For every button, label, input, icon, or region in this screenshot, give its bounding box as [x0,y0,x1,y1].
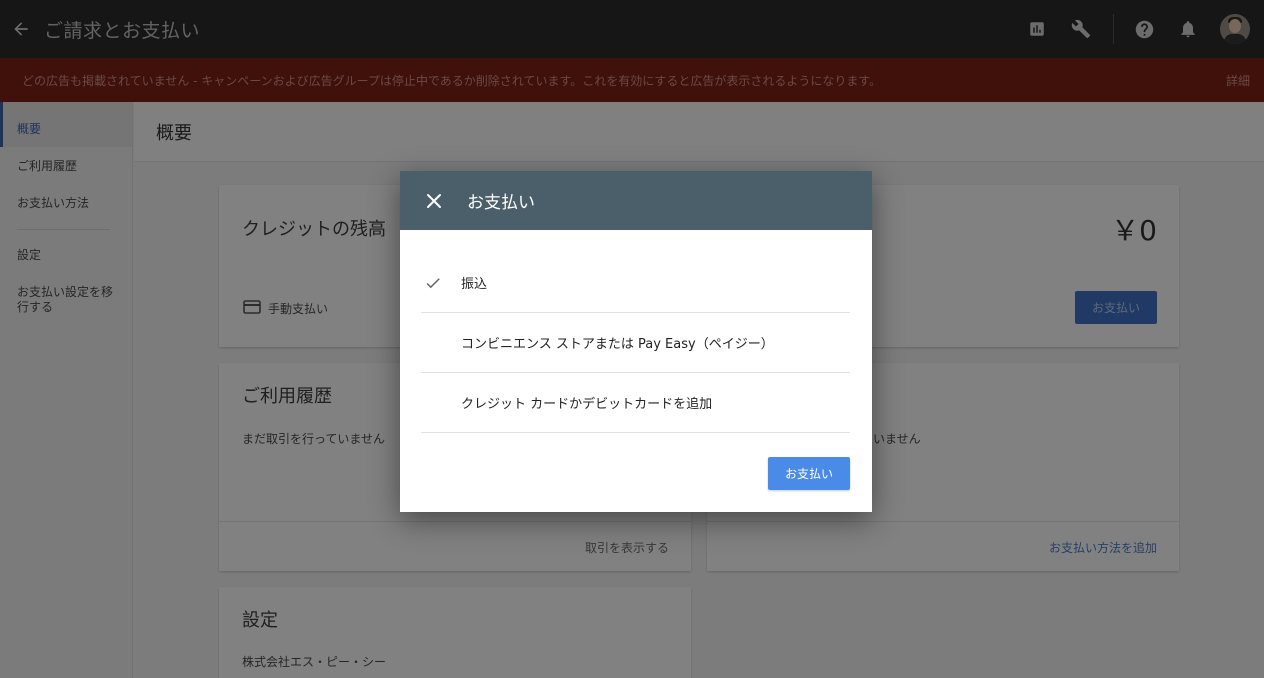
checkmark-icon [424,274,442,292]
option-label: 振込 [461,277,488,292]
dialog-title: お支払い [467,193,535,213]
option-label: クレジット カードかデビットカードを追加 [461,397,713,412]
payment-dialog: お支払い 振込 コンビニエンス ストアまたは Pay Easy（ペイジー） クレ… [400,171,872,512]
close-icon[interactable] [425,192,443,210]
option-add-card[interactable]: クレジット カードかデビットカードを追加 [421,373,850,433]
dialog-header: お支払い [400,171,872,230]
option-label: コンビニエンス ストアまたは Pay Easy（ペイジー） [461,337,774,352]
dialog-pay-button[interactable]: お支払い [768,457,850,490]
option-bank-transfer[interactable]: 振込 [421,253,850,313]
option-convenience-store[interactable]: コンビニエンス ストアまたは Pay Easy（ペイジー） [421,313,850,373]
